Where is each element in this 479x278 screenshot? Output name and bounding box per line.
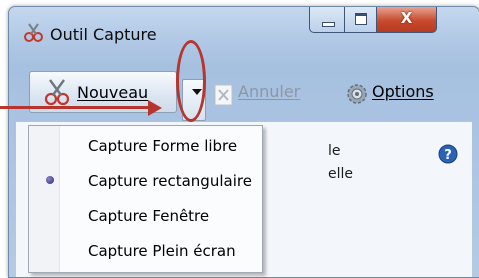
- window-title: Outil Capture: [50, 25, 157, 44]
- menu-item-label: Capture Forme libre: [88, 137, 238, 155]
- new-button-label: Nouveau: [77, 83, 149, 102]
- hint-line-1: le: [328, 143, 341, 159]
- title-bar[interactable]: Outil Capture X: [9, 7, 479, 51]
- annotation-circle: [176, 40, 206, 122]
- cancel-button[interactable]: Annuler: [238, 82, 300, 101]
- options-button[interactable]: Options: [372, 82, 434, 101]
- menu-item-window[interactable]: Capture Fenêtre: [30, 200, 261, 232]
- scissors-icon: [23, 21, 45, 47]
- menu-item-label: Capture Fenêtre: [88, 207, 210, 225]
- hint-line-2: elle: [328, 166, 354, 182]
- snip-type-menu: Capture Forme libre Capture rectangulair…: [28, 125, 263, 273]
- window-controls: X: [309, 7, 469, 35]
- help-icon[interactable]: ?: [438, 144, 458, 168]
- close-button[interactable]: X: [377, 7, 437, 33]
- gear-icon: [344, 81, 370, 111]
- menu-item-label: Capture Plein écran: [88, 242, 236, 260]
- cancel-x-icon: [213, 83, 235, 111]
- close-icon: X: [400, 9, 413, 27]
- maximize-button[interactable]: [345, 7, 377, 33]
- menu-item-label: Capture rectangulaire: [88, 172, 252, 190]
- menu-item-free-form[interactable]: Capture Forme libre: [30, 130, 261, 162]
- svg-text:?: ?: [444, 148, 452, 163]
- selected-radio-icon: [46, 176, 54, 184]
- annotation-arrow-shaft: [0, 106, 150, 109]
- toolbar: Nouveau Annuler Options: [16, 59, 479, 121]
- minimize-button[interactable]: [309, 7, 345, 33]
- menu-item-full-screen[interactable]: Capture Plein écran: [30, 235, 261, 267]
- annotation-arrow-icon: [148, 100, 162, 116]
- menu-item-rectangular[interactable]: Capture rectangulaire: [30, 165, 261, 197]
- maximize-icon: [355, 13, 367, 25]
- minimize-icon: [322, 22, 335, 27]
- hint-text: le elle: [328, 140, 353, 186]
